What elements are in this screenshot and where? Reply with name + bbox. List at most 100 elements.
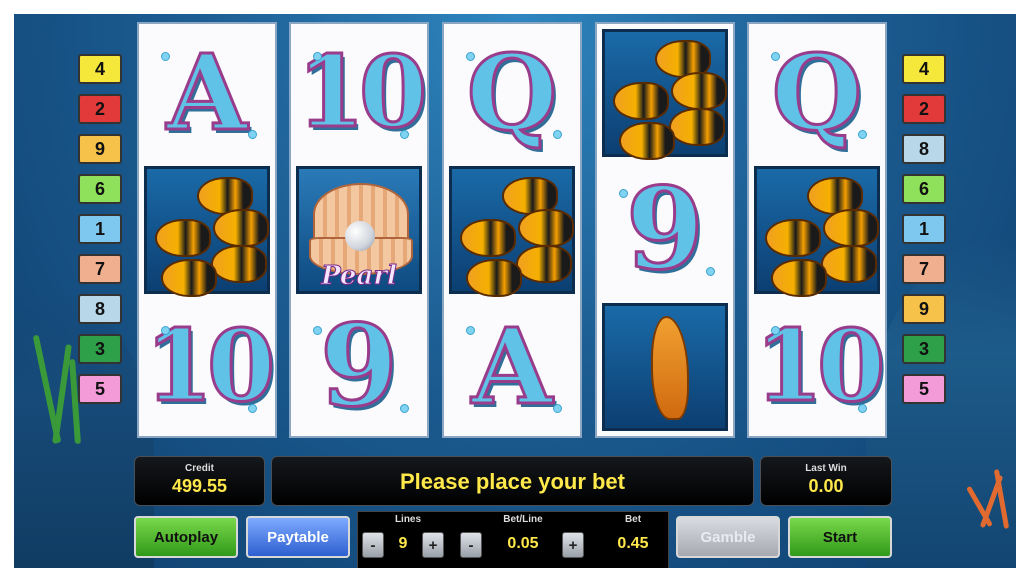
bubble-decor <box>248 130 257 139</box>
pearl-icon: Pearl <box>296 165 422 294</box>
left-line-badge: 9 <box>78 134 122 164</box>
seahorse-shape <box>651 315 689 420</box>
bubble-decor <box>771 52 780 61</box>
bubble-decor <box>706 267 715 276</box>
left-line-badge: 3 <box>78 334 122 364</box>
pearl-orb <box>345 220 375 251</box>
bubble-decor <box>771 326 780 335</box>
fish-shape <box>213 208 269 247</box>
fish-shape <box>765 218 821 257</box>
symbol-A: A <box>165 30 249 154</box>
lines-minus-button[interactable]: - <box>362 532 384 558</box>
fish-shape <box>823 208 879 247</box>
reel-symbol: A <box>444 298 580 435</box>
reel-symbol: Q <box>444 24 580 161</box>
left-line-badge: 4 <box>78 54 122 84</box>
bet-line-minus-button[interactable]: - <box>460 532 482 558</box>
right-line-badge: 6 <box>902 174 946 204</box>
left-line-badge: 6 <box>78 174 122 204</box>
reel-symbol <box>749 161 885 298</box>
last-win-label: Last Win <box>805 463 847 474</box>
bubble-decor <box>161 326 170 335</box>
bubble-decor <box>858 130 867 139</box>
autoplay-button[interactable]: Autoplay <box>134 516 238 558</box>
game-stage: 429617835 428617935 A 10 10 Pearl 9 Q A 9 Q 10 Cr… <box>14 14 1016 568</box>
right-line-badge: 9 <box>902 294 946 324</box>
right-line-badge: 4 <box>902 54 946 84</box>
bubble-decor <box>313 52 322 61</box>
fish-shape <box>516 244 572 283</box>
reel-symbol: A <box>139 24 275 161</box>
reel-symbol <box>444 161 580 298</box>
left-line-badge: 2 <box>78 94 122 124</box>
reel-symbol <box>139 161 275 298</box>
right-line-badge: 1 <box>902 214 946 244</box>
bubble-decor <box>466 52 475 61</box>
fish-icon <box>754 165 880 297</box>
start-button[interactable]: Start <box>788 516 892 558</box>
fish-shape <box>211 244 267 283</box>
reel-symbol: 9 <box>597 161 733 298</box>
bubble-decor <box>553 404 562 413</box>
reel-symbol: 9 <box>291 298 427 435</box>
pearl-label: Pearl <box>321 260 398 291</box>
fish-shape <box>155 218 211 257</box>
message-panel: Please place your bet <box>271 456 754 506</box>
right-line-badge: 8 <box>902 134 946 164</box>
fish-shape <box>460 218 516 257</box>
seabed-left <box>14 288 154 568</box>
fish-shape <box>466 258 522 297</box>
fish-shape <box>619 121 675 160</box>
status-message: Please place your bet <box>400 469 625 494</box>
fish-shape <box>771 258 827 297</box>
right-line-badge: 3 <box>902 334 946 364</box>
bubble-decor <box>858 404 867 413</box>
bet-line-label: Bet/Line <box>503 514 543 525</box>
bet-line-value: 0.05 <box>507 535 539 552</box>
symbol-9: 9 <box>625 163 706 295</box>
credit-panel: Credit 499.55 <box>134 456 265 506</box>
reel-symbol <box>597 24 733 161</box>
bubble-decor <box>161 52 170 61</box>
reel-1: A 10 <box>137 22 277 438</box>
reel-symbol: 10 <box>291 24 427 161</box>
reel-symbol <box>597 298 733 435</box>
lines-label: Lines <box>394 514 422 525</box>
reel-symbol: 10 <box>139 298 275 435</box>
bet-line-plus-button[interactable]: + <box>562 532 584 558</box>
last-win-value: 0.00 <box>808 476 844 496</box>
right-line-badge: 5 <box>902 374 946 404</box>
symbol-9: 9 <box>319 300 400 432</box>
bubble-decor <box>248 404 257 413</box>
left-line-badge: 1 <box>78 214 122 244</box>
bet-value: 0.45 <box>617 535 649 552</box>
reel-symbol: Q <box>749 24 885 161</box>
credit-value: 499.55 <box>171 476 228 496</box>
left-line-badge: 8 <box>78 294 122 324</box>
bet-label: Bet <box>624 514 642 525</box>
bubble-decor <box>466 326 475 335</box>
paytable-button[interactable]: Paytable <box>246 516 350 558</box>
right-line-badge: 7 <box>902 254 946 284</box>
fish-icon <box>449 165 575 297</box>
bubble-decor <box>553 130 562 139</box>
fish-shape <box>613 81 669 120</box>
reel-5: Q 10 <box>747 22 887 438</box>
bubble-decor <box>400 404 409 413</box>
fish-icon <box>144 165 270 297</box>
reel-symbol: Pearl <box>291 161 427 298</box>
bubble-decor <box>313 326 322 335</box>
fish-shape <box>161 258 217 297</box>
credit-label: Credit <box>185 463 214 474</box>
seahorse-icon <box>602 302 728 431</box>
fish-shape <box>669 107 725 146</box>
last-win-panel: Last Win 0.00 <box>760 456 892 506</box>
gamble-button[interactable]: Gamble <box>676 516 780 558</box>
fish-icon <box>602 28 728 160</box>
left-line-badge: 7 <box>78 254 122 284</box>
fish-shape <box>671 71 727 110</box>
lines-plus-button[interactable]: + <box>422 532 444 558</box>
right-line-badge: 2 <box>902 94 946 124</box>
reel-4: 9 <box>595 22 735 438</box>
symbol-Q: Q <box>465 30 559 154</box>
